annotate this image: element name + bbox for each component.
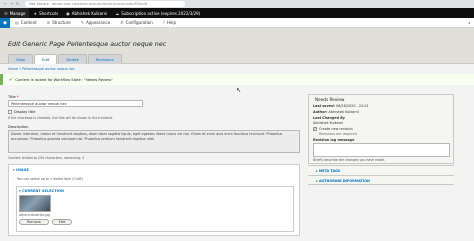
revisions-required: Revisions are required — [319, 132, 357, 136]
address-bar[interactable]: Not Secure demo-test-contenta.acquia-fac… — [25, 1, 186, 7]
title-label-text: Title — [8, 95, 16, 99]
moderation-state-title: Needs Review — [315, 97, 345, 102]
display-title-help: If the checkbox is checked, the title wi… — [8, 116, 114, 120]
tray-content-label: Content — [20, 20, 37, 25]
tray-structure[interactable]: ⊞ Structure — [42, 18, 76, 27]
toolbar-subscription[interactable]: ☁ Subscription active (expires 2022/3/29… — [111, 8, 204, 18]
tab-revisions[interactable]: Revisions — [87, 54, 122, 64]
status-message-text: Content is locked for Workflow State : "… — [15, 77, 113, 82]
security-indicator: Not Secure — [29, 2, 49, 6]
changed-by-value: Abhishek Kulkarni — [313, 121, 344, 125]
admin-toolbar: ☰ Manage ★ Shortcuts ● Abhishek Kulkarni… — [0, 8, 474, 18]
triangle-down-icon: ▾ — [13, 168, 15, 172]
drupal-logo-icon[interactable]: ◆ — [0, 17, 10, 28]
cloud-icon: ☁ — [115, 10, 120, 16]
image-details-summary[interactable]: ▾ IMAGE — [13, 168, 29, 172]
authoring-section[interactable]: ▸ AUTHORING INFORMATION — [308, 175, 454, 185]
tray-help-label: Help — [166, 20, 177, 25]
meta-tags-label: META TAGS — [318, 169, 341, 173]
help-icon: ? — [162, 20, 165, 25]
display-title-label: Display title — [14, 110, 36, 114]
wrench-icon: ⚙ — [120, 20, 124, 25]
url-text: demo-test-contenta.acquia-factory.com/no… — [52, 2, 148, 6]
toolbar-shortcuts[interactable]: ★ Shortcuts — [29, 8, 62, 18]
last-saved-value: 06/28/2020 - 22:01 — [335, 104, 369, 108]
tab-delete[interactable]: Delete — [58, 54, 87, 64]
author-label: Author: — [313, 110, 328, 114]
back-icon[interactable]: ← — [4, 2, 7, 6]
toolbar-subscription-label: Subscription active (expires 2022/3/29) — [121, 10, 201, 16]
browser-nav: ← → ↻ — [0, 2, 19, 6]
toolbar-user[interactable]: ● Abhishek Kulkarni — [62, 8, 111, 18]
changed-by-label: Last Changed By — [313, 116, 345, 120]
display-title-checkbox[interactable] — [8, 110, 12, 114]
create-revision-checkbox[interactable] — [313, 126, 317, 131]
tray-appearance[interactable]: ✎ Appearance — [76, 18, 115, 27]
structure-icon: ⊞ — [46, 20, 51, 25]
brush-icon: ✎ — [80, 20, 85, 25]
star-icon: ★ — [33, 10, 38, 16]
toolbar-manage-label: Manage — [9, 10, 26, 16]
tray-structure-label: Structure — [52, 20, 71, 25]
last-saved: Last saved: 06/28/2020 - 22:01 — [313, 104, 369, 108]
revision-log-label: Revision log message — [313, 138, 355, 142]
current-selection-summary[interactable]: ▾ CURRENT SELECTION — [19, 189, 64, 193]
tab-edit[interactable]: Edit — [34, 54, 58, 64]
edit-button[interactable]: Edit — [52, 219, 72, 225]
forward-icon[interactable]: → — [10, 2, 13, 6]
title-label: Title * — [8, 95, 19, 99]
author-value: Abhishek Kulkarni — [328, 110, 359, 114]
image-help: You can select up to 1 media item (0 lef… — [17, 177, 83, 181]
menu-icon: ☰ — [4, 10, 8, 16]
toolbar-manage[interactable]: ☰ Manage — [0, 8, 30, 18]
changed-by-label-text: Last Changed By — [313, 116, 346, 120]
media-thumbnail[interactable] — [19, 195, 51, 212]
page-title: Edit Generic Page Pellentesque auctor ne… — [8, 40, 167, 48]
remove-button[interactable]: Remove — [19, 219, 49, 225]
breadcrumb[interactable]: Home » Pellentesque auctor neque nec — [8, 67, 75, 71]
title-input[interactable]: Pellentesque auctor neque nec — [8, 100, 143, 107]
revision-log-textarea[interactable] — [313, 143, 450, 157]
check-icon: ✔ — [9, 77, 13, 82]
authoring-label: AUTHORING INFORMATION — [318, 179, 370, 183]
create-revision-label: Create new revision — [319, 127, 353, 131]
status-message: ✔ Content is locked for Workflow State :… — [0, 74, 474, 85]
last-saved-label: Last saved: — [313, 104, 335, 108]
required-marker: * — [16, 95, 19, 99]
toolbar-tray: ◆ ▤ Content ⊞ Structure ✎ Appearance ⚙ C… — [0, 17, 474, 28]
page-header: Edit Generic Page Pellentesque auctor ne… — [0, 28, 474, 64]
primary-tabs: View Edit Delete Revisions — [8, 54, 122, 64]
author: Author: Abhishek Kulkarni — [313, 110, 359, 114]
tray-configuration[interactable]: ⚙ Configuration — [115, 18, 158, 27]
tray-help[interactable]: ? Help — [158, 18, 181, 27]
toolbar-shortcuts-label: Shortcuts — [39, 10, 59, 16]
media-filename: other-industries.jpg — [19, 213, 51, 217]
revision-log-help: Briefly describe the changes you have ma… — [313, 158, 386, 162]
user-icon: ● — [66, 10, 70, 16]
tray-configuration-label: Configuration — [125, 20, 153, 25]
triangle-right-icon: ▸ — [316, 179, 318, 183]
page-icon: ▤ — [15, 20, 19, 25]
browser-chrome: ← → ↻ Not Secure demo-test-contenta.acqu… — [0, 0, 474, 8]
toolbar-user-label: Abhishek Kulkarni — [71, 10, 108, 16]
current-selection-label: CURRENT SELECTION — [22, 189, 64, 193]
reload-icon[interactable]: ↻ — [16, 2, 19, 6]
character-counter: Content limited to 250 characters, remai… — [8, 156, 85, 160]
mouse-cursor-icon: ↖ — [236, 87, 242, 94]
triangle-down-icon: ▾ — [19, 189, 21, 193]
tray-content[interactable]: ▤ Content — [10, 18, 42, 27]
triangle-right-icon: ▸ — [316, 169, 318, 173]
tab-view[interactable]: View — [8, 54, 34, 64]
collapse-arrow-icon[interactable]: ◂ — [468, 20, 474, 25]
image-details-label: IMAGE — [16, 168, 29, 172]
tray-appearance-label: Appearance — [86, 20, 111, 25]
description-label: Description — [8, 125, 29, 129]
meta-tags-section[interactable]: ▸ META TAGS — [308, 165, 454, 175]
description-textarea[interactable]: Donec interdum, metus et hendrerit dapib… — [8, 130, 300, 153]
